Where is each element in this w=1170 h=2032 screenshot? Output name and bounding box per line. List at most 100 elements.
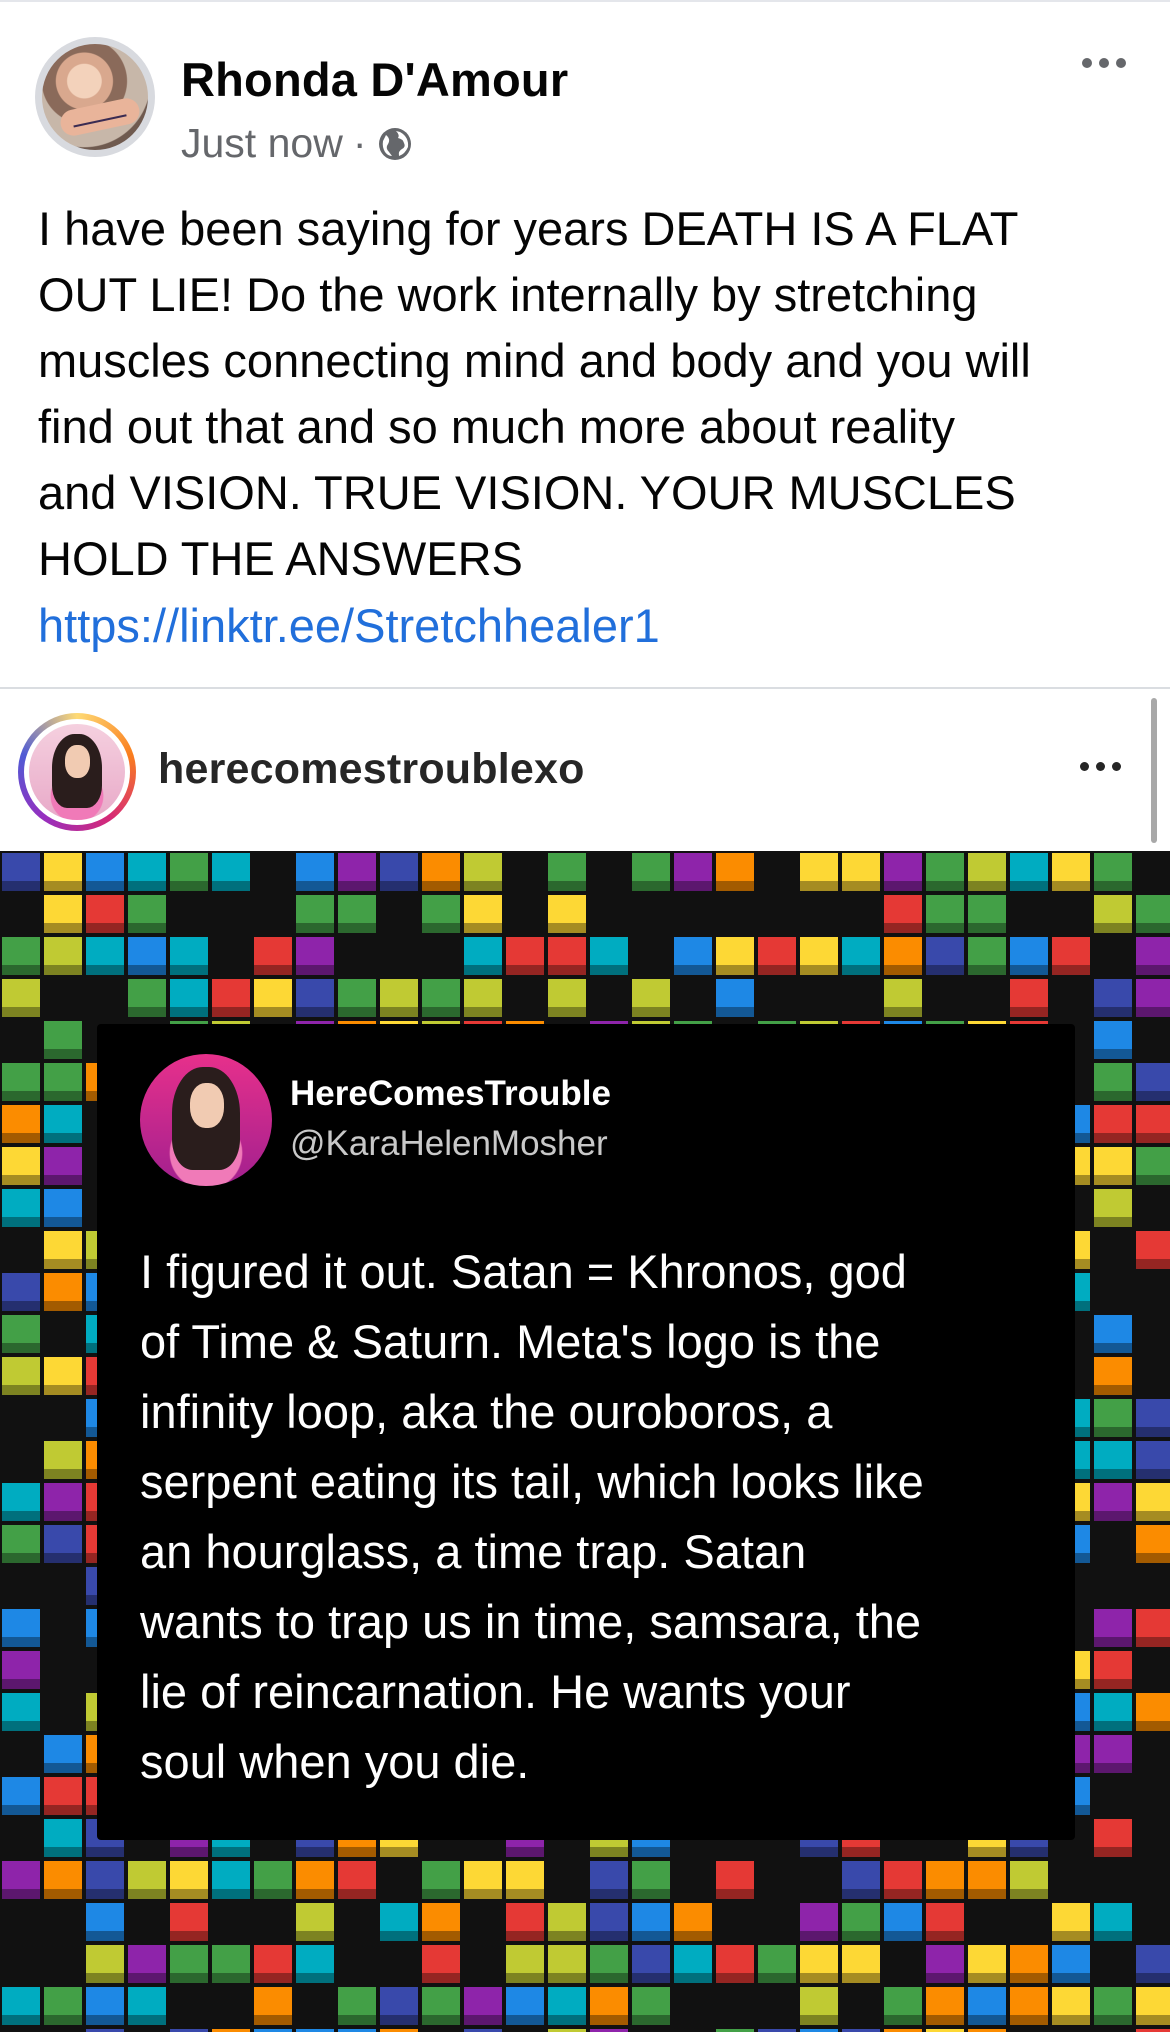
pattern-block-shade <box>632 1007 670 1017</box>
pattern-block-shade <box>464 2015 502 2025</box>
pattern-block-shade <box>842 1847 880 1857</box>
globe-icon[interactable] <box>376 125 414 163</box>
pattern-block-shade <box>1094 1721 1132 1731</box>
pattern-block-shade <box>44 923 82 933</box>
pattern-block-shade <box>506 1973 544 1983</box>
pattern-block-shade <box>1010 1889 1048 1899</box>
pattern-block-shade <box>926 965 964 975</box>
pattern-block-shade <box>86 881 124 891</box>
author-name[interactable]: Rhonda D'Amour <box>181 52 568 107</box>
post-meta: Just now · <box>181 120 414 167</box>
pattern-block-shade <box>170 965 208 975</box>
pattern-block-shade <box>590 1931 628 1941</box>
pattern-block-shade <box>1136 1133 1170 1143</box>
pattern-block-shade <box>716 1973 754 1983</box>
pattern-block-shade <box>212 1847 250 1857</box>
pattern-block-shade <box>1094 1469 1132 1479</box>
pattern-block-shade <box>548 2015 586 2025</box>
pattern-block-shade <box>632 1973 670 1983</box>
pattern-block-shade <box>548 923 586 933</box>
pattern-block-shade <box>296 881 334 891</box>
pattern-block-shade <box>44 1049 82 1059</box>
pattern-block-shade <box>2 1343 40 1353</box>
post-text: I have been saying for years DEATH IS A … <box>38 202 1031 585</box>
pattern-block-shade <box>590 1847 628 1857</box>
pattern-block-shade <box>632 881 670 891</box>
pattern-block-shade <box>254 1889 292 1899</box>
pattern-block-shade <box>800 1931 838 1941</box>
pattern-block-shade <box>44 1385 82 1395</box>
pattern-block-shade <box>548 1973 586 1983</box>
meta-separator: · <box>352 120 367 166</box>
pattern-block-shade <box>590 2015 628 2025</box>
pattern-block-shade <box>422 1931 460 1941</box>
pattern-block-shade <box>1136 1007 1170 1017</box>
pattern-block-shade <box>716 1007 754 1017</box>
pattern-block-shade <box>1052 1973 1090 1983</box>
ig-avatar[interactable] <box>18 713 136 831</box>
pattern-block-shade <box>44 1175 82 1185</box>
pattern-block-shade <box>758 1973 796 1983</box>
pattern-block-shade <box>926 881 964 891</box>
pattern-block-shade <box>2 2015 40 2025</box>
pattern-block-shade <box>590 1889 628 1899</box>
pattern-block-shade <box>2 881 40 891</box>
pattern-block-shade <box>170 1847 208 1857</box>
pattern-block-shade <box>464 965 502 975</box>
pattern-block-shade <box>86 1847 124 1857</box>
pattern-block-shade <box>1136 923 1170 933</box>
pattern-block-shade <box>884 1931 922 1941</box>
post-link[interactable]: https://linktr.ee/Stretchhealer1 <box>38 593 660 659</box>
pattern-block-shade <box>1094 1385 1132 1395</box>
pattern-block-shade <box>1136 1973 1170 1983</box>
pattern-block-shade <box>86 1889 124 1899</box>
pattern-block-shade <box>800 881 838 891</box>
post-timestamp[interactable]: Just now <box>181 120 343 167</box>
scrollbar[interactable] <box>1151 698 1157 843</box>
pattern-block-shade <box>674 965 712 975</box>
pattern-block-shade <box>1052 1931 1090 1941</box>
pattern-block-shade <box>926 2015 964 2025</box>
pattern-block-shade <box>212 1889 250 1899</box>
pattern-block-shade <box>590 1973 628 1983</box>
pattern-block-shade <box>338 1007 376 1017</box>
pattern-block-shade <box>2 1175 40 1185</box>
ig-username[interactable]: herecomestroublexo <box>158 745 585 794</box>
pattern-block-shade <box>2 1721 40 1731</box>
pattern-block-shade <box>884 923 922 933</box>
pattern-block-shade <box>842 1931 880 1941</box>
pattern-block-shade <box>1136 1259 1170 1269</box>
pattern-block-shade <box>464 1007 502 1017</box>
pattern-block-shade <box>1094 1511 1132 1521</box>
pattern-block-shade <box>128 1007 166 1017</box>
pattern-block-shade <box>128 2015 166 2025</box>
pattern-block-shade <box>128 923 166 933</box>
author-avatar[interactable] <box>35 37 155 157</box>
pattern-block-shade <box>44 1553 82 1563</box>
pattern-block-shade <box>2 1385 40 1395</box>
pattern-block-shade <box>1010 1847 1048 1857</box>
pattern-block-shade <box>2 1007 40 1017</box>
more-options-icon[interactable] <box>1082 48 1134 78</box>
pattern-block-shade <box>44 1889 82 1899</box>
tweet-display-name: HereComesTrouble <box>290 1074 611 1113</box>
pattern-block-shade <box>44 965 82 975</box>
pattern-block-shade <box>212 1007 250 1017</box>
ig-more-options-icon[interactable] <box>1080 762 1121 771</box>
pattern-block-shade <box>380 881 418 891</box>
pattern-block-shade <box>884 965 922 975</box>
pattern-block-shade <box>1094 1679 1132 1689</box>
pattern-block-shade <box>44 1259 82 1269</box>
pattern-block-shade <box>506 1847 544 1857</box>
pattern-block-shade <box>44 2015 82 2025</box>
pattern-block-shade <box>296 1931 334 1941</box>
embedded-image[interactable]: HereComesTrouble @KaraHelenMosher I figu… <box>0 851 1170 2032</box>
pattern-block-shade <box>1094 1343 1132 1353</box>
pattern-block-shade <box>128 881 166 891</box>
pattern-block-shade <box>86 965 124 975</box>
ig-avatar-image <box>29 724 125 820</box>
pattern-block-shade <box>1136 965 1170 975</box>
pattern-block-shade <box>884 1889 922 1899</box>
pattern-block-shade <box>44 1091 82 1101</box>
pattern-block-shade <box>338 2015 376 2025</box>
